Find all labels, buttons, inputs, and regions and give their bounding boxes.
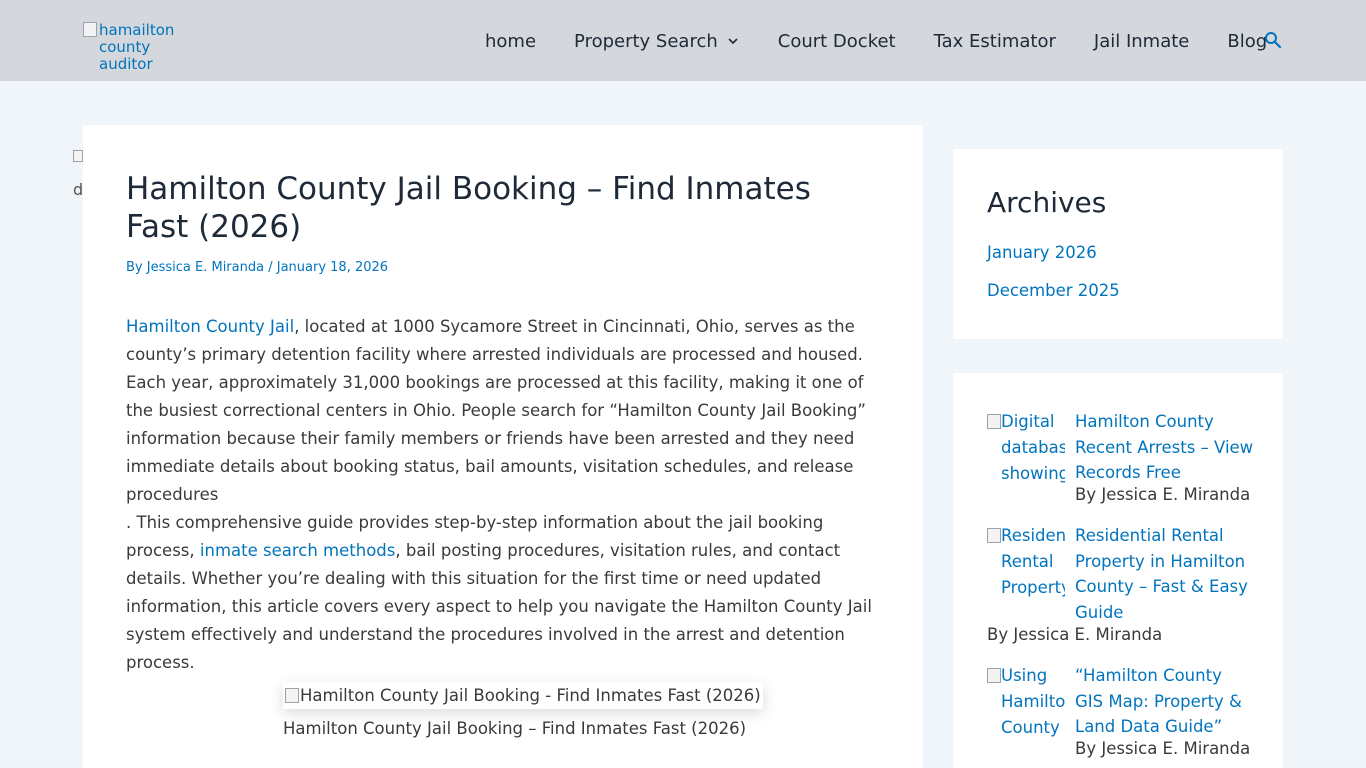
meta-separator: / — [264, 260, 277, 275]
nav-property-search-label: Property Search — [574, 30, 718, 52]
site-logo-alt: hamailton county auditor — [99, 21, 175, 73]
inmate-search-methods-link[interactable]: inmate search methods — [200, 541, 395, 560]
post-thumbnail[interactable]: Digital database showing — [987, 409, 1065, 487]
site-header: hamailton county auditor home Property S… — [0, 0, 1366, 81]
article-title: Hamilton County Jail Booking – Find Inma… — [126, 171, 811, 245]
archives-title: Archives — [987, 186, 1107, 219]
archive-link-january-2026[interactable]: January 2026 — [987, 243, 1097, 262]
broken-image-icon — [987, 668, 1001, 683]
post-thumbnail-alt: Using Hamilton County — [1001, 666, 1065, 737]
nav-jail-inmate[interactable]: Jail Inmate — [1094, 31, 1189, 52]
article-paragraph-1: Hamilton County Jail, located at 1000 Sy… — [126, 313, 886, 509]
figure-image-alt: Hamilton County Jail Booking - Find Inma… — [300, 686, 761, 705]
article-meta: By Jessica E. Miranda / January 18, 2026 — [126, 260, 388, 275]
paragraph-2-text: , bail posting procedures, visitation ru… — [126, 541, 872, 672]
nav-court-docket[interactable]: Court Docket — [778, 31, 896, 52]
chevron-down-icon[interactable] — [726, 34, 740, 48]
broken-image-icon — [987, 528, 1001, 543]
site-logo-link[interactable]: hamailton county auditor — [83, 22, 203, 73]
meta-author-link[interactable]: Jessica E. Miranda — [147, 260, 264, 275]
broken-image-icon — [83, 22, 97, 37]
broken-image-icon — [285, 688, 299, 703]
meta-date: January 18, 2026 — [276, 260, 389, 275]
main-nav: home Property Search Court Docket Tax Es… — [485, 29, 1305, 53]
post-byline: By Jessica E. Miranda — [1075, 739, 1251, 758]
nav-property-search[interactable]: Property Search — [574, 31, 740, 52]
archive-link-december-2025[interactable]: December 2025 — [987, 281, 1120, 300]
broken-image-alt: d — [73, 180, 84, 199]
post-byline: By Jessica E. Miranda — [987, 625, 1163, 644]
archives-widget: Archives January 2026 December 2025 — [953, 149, 1283, 339]
post-title-link[interactable]: Hamilton County Recent Arrests – View Re… — [1075, 409, 1255, 486]
post-thumbnail-alt: Residential Rental Property — [1001, 526, 1065, 597]
post-thumbnail[interactable]: Residential Rental Property — [987, 523, 1065, 601]
recent-posts-widget: Digital database showing Hamilton County… — [953, 373, 1283, 768]
figure-caption: Hamilton County Jail Booking – Find Inma… — [283, 719, 747, 738]
article-figure: Hamilton County Jail Booking - Find Inma… — [283, 682, 763, 738]
hamilton-county-jail-link[interactable]: Hamilton County Jail — [126, 317, 294, 336]
post-thumbnail-alt: Digital database showing — [1001, 412, 1065, 483]
nav-home[interactable]: home — [485, 31, 536, 52]
post-byline: By Jessica E. Miranda — [1075, 485, 1251, 504]
broken-image-icon — [73, 150, 83, 162]
post-title-link[interactable]: Residential Rental Property in Hamilton … — [1075, 523, 1255, 625]
recent-post-item: Residential Rental Property Residential … — [987, 523, 1267, 644]
meta-by: By — [126, 260, 143, 275]
broken-image-icon — [987, 414, 1001, 429]
nav-blog[interactable]: Blog — [1227, 31, 1267, 52]
post-thumbnail[interactable]: Using Hamilton County — [987, 663, 1065, 741]
recent-post-item: Digital database showing Hamilton County… — [987, 409, 1267, 519]
article-paragraph-2: . This comprehensive guide provides step… — [126, 509, 886, 677]
figure-image: Hamilton County Jail Booking - Find Inma… — [283, 682, 763, 709]
article-card: Hamilton County Jail Booking – Find Inma… — [83, 125, 923, 768]
paragraph-1-text: , located at 1000 Sycamore Street in Cin… — [126, 317, 866, 504]
recent-post-item: Using Hamilton County “Hamilton County G… — [987, 663, 1267, 768]
post-title-link[interactable]: “Hamilton County GIS Map: Property & Lan… — [1075, 663, 1255, 740]
nav-tax-estimator[interactable]: Tax Estimator — [934, 31, 1056, 52]
search-icon[interactable] — [1264, 31, 1282, 49]
